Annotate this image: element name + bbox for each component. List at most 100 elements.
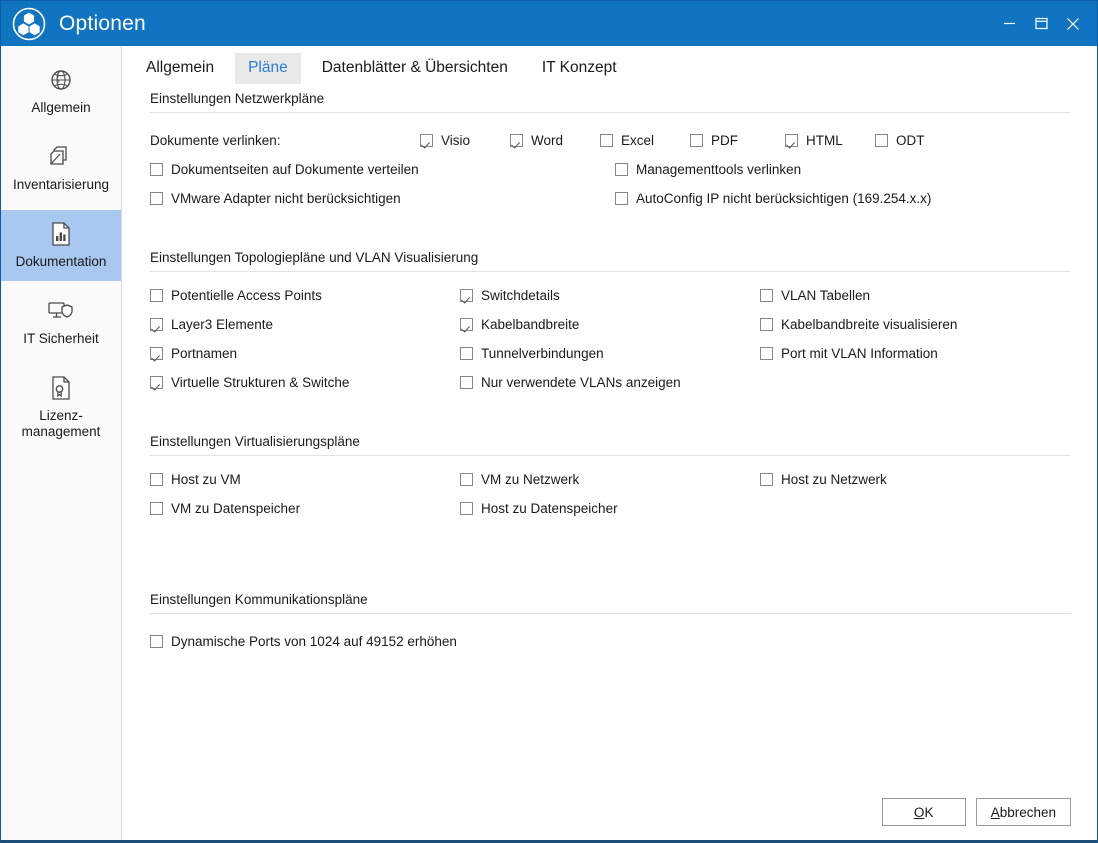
checkbox-label: VLAN Tabellen bbox=[781, 288, 871, 303]
checkbox-word[interactable]: Word bbox=[510, 133, 600, 148]
checkbox-box bbox=[150, 635, 163, 648]
checkbox-box bbox=[150, 192, 163, 205]
checkbox-host-zu-datenspeicher[interactable]: Host zu Datenspeicher bbox=[460, 501, 760, 516]
tab-allgemein[interactable]: Allgemein bbox=[133, 53, 227, 84]
checkbox-label: ODT bbox=[896, 133, 925, 148]
checkbox-label: HTML bbox=[806, 133, 843, 148]
checkbox-box bbox=[460, 289, 473, 302]
kommunikation-row-1: Dynamische Ports von 1024 auf 49152 erhö… bbox=[150, 634, 1071, 649]
checkbox-dokumentseiten-verteilen[interactable]: Dokumentseiten auf Dokumente verteilen bbox=[150, 162, 615, 177]
sidebar-item-allgemein[interactable]: Allgemein bbox=[1, 56, 121, 127]
checkbox-label: Host zu Datenspeicher bbox=[481, 501, 618, 516]
sidebar-item-lizenzmanagement[interactable]: Lizenz- management bbox=[1, 364, 121, 452]
minimize-button[interactable] bbox=[993, 1, 1025, 46]
checkbox-box bbox=[600, 134, 613, 147]
checkbox-label: Managementtools verlinken bbox=[636, 162, 802, 177]
checkbox-html[interactable]: HTML bbox=[785, 133, 875, 148]
checkbox-vm-zu-datenspeicher[interactable]: VM zu Datenspeicher bbox=[150, 501, 460, 516]
checkbox-label: VM zu Datenspeicher bbox=[171, 501, 301, 516]
checkbox-label: Portnamen bbox=[171, 346, 238, 361]
checkbox-box bbox=[150, 376, 163, 389]
checkbox-label: Dynamische Ports von 1024 auf 49152 erhö… bbox=[171, 634, 457, 649]
topologie-empty-cell bbox=[760, 375, 1071, 390]
checkbox-virtuelle-strukturen-switche[interactable]: Virtuelle Strukturen & Switche bbox=[150, 375, 460, 390]
sidebar-item-label: Lizenz- bbox=[39, 407, 83, 423]
sidebar-item-label: Allgemein bbox=[31, 100, 91, 115]
checkbox-visio[interactable]: Visio bbox=[420, 133, 510, 148]
checkbox-odt[interactable]: ODT bbox=[875, 133, 965, 148]
sidebar: Allgemein Inventarisierung Dokumentation… bbox=[1, 46, 122, 840]
sidebar-item-it-sicherheit[interactable]: IT Sicherheit bbox=[1, 287, 121, 358]
checkbox-label: Nur verwendete VLANs anzeigen bbox=[481, 375, 681, 390]
checkbox-portnamen[interactable]: Portnamen bbox=[150, 346, 460, 361]
checkbox-dynamische-ports-erhoehen[interactable]: Dynamische Ports von 1024 auf 49152 erhö… bbox=[150, 634, 457, 649]
tab-plaene[interactable]: Pläne bbox=[235, 52, 301, 85]
checkbox-box bbox=[420, 134, 433, 147]
restore-window-button[interactable] bbox=[1025, 1, 1057, 46]
plaene-panel: Einstellungen Netzwerkpläne Dokumente ve… bbox=[122, 91, 1097, 840]
checkbox-pdf[interactable]: PDF bbox=[690, 133, 785, 148]
tab-datenblaetter-uebersichten[interactable]: Datenblätter & Übersichten bbox=[309, 53, 521, 84]
checkbox-label: Host zu Netzwerk bbox=[781, 472, 887, 487]
checkbox-managementtools-verlinken[interactable]: Managementtools verlinken bbox=[615, 162, 801, 177]
checkbox-box bbox=[760, 473, 773, 486]
three-hexagons-circle-logo-icon bbox=[11, 6, 47, 42]
checkbox-box bbox=[785, 134, 798, 147]
checkbox-label: Excel bbox=[621, 133, 655, 148]
options-window: Optionen Allgemein Inventarisierung Doku… bbox=[0, 0, 1098, 843]
checkbox-host-zu-netzwerk[interactable]: Host zu Netzwerk bbox=[760, 472, 1071, 487]
checkbox-label: VM zu Netzwerk bbox=[481, 472, 580, 487]
checkbox-layer3-elemente[interactable]: Layer3 Elemente bbox=[150, 317, 460, 332]
section-title-netzwerkplaene: Einstellungen Netzwerkpläne bbox=[150, 91, 325, 106]
netzwerkplaene-row-2: Dokumentseiten auf Dokumente verteilen M… bbox=[150, 162, 1071, 177]
cancel-button[interactable]: Abbrechen bbox=[975, 798, 1071, 826]
checkbox-box bbox=[460, 502, 473, 515]
topologie-row-3: Portnamen Tunnelverbindungen Port mit VL… bbox=[150, 346, 1071, 361]
checkbox-nur-verwendete-vlans-anzeigen[interactable]: Nur verwendete VLANs anzeigen bbox=[460, 375, 760, 390]
checkbox-port-mit-vlan-information[interactable]: Port mit VLAN Information bbox=[760, 346, 1071, 361]
sidebar-item-inventarisierung[interactable]: Inventarisierung bbox=[1, 133, 121, 204]
checkbox-label: Kabelbandbreite bbox=[481, 317, 580, 332]
checkbox-vlan-tabellen[interactable]: VLAN Tabellen bbox=[760, 288, 1071, 303]
window-controls bbox=[993, 1, 1097, 46]
checkbox-switchdetails[interactable]: Switchdetails bbox=[460, 288, 760, 303]
close-button[interactable] bbox=[1057, 1, 1089, 46]
dokumente-verlinken-row: Dokumente verlinken: Visio Word Excel PD… bbox=[150, 133, 1071, 148]
ok-accelerator: O bbox=[913, 804, 925, 820]
checkbox-vm-zu-netzwerk[interactable]: VM zu Netzwerk bbox=[460, 472, 760, 487]
stacked-pages-icon bbox=[48, 142, 74, 172]
checkbox-label: Potentielle Access Points bbox=[171, 288, 322, 303]
tab-it-konzept[interactable]: IT Konzept bbox=[529, 53, 630, 84]
checkbox-autoconfig-ip-ignorieren[interactable]: AutoConfig IP nicht berücksichtigen (169… bbox=[615, 191, 931, 206]
checkbox-label: Layer3 Elemente bbox=[171, 317, 274, 332]
checkbox-kabelbandbreite-visualisieren[interactable]: Kabelbandbreite visualisieren bbox=[760, 317, 1071, 332]
dialog-buttons: OK Abbrechen bbox=[881, 798, 1071, 826]
checkbox-excel[interactable]: Excel bbox=[600, 133, 690, 148]
sidebar-item-dokumentation[interactable]: Dokumentation bbox=[1, 209, 121, 281]
checkbox-vmware-adapter-ignorieren[interactable]: VMware Adapter nicht berücksichtigen bbox=[150, 191, 615, 206]
checkbox-box bbox=[510, 134, 523, 147]
checkbox-box bbox=[615, 163, 628, 176]
section-title-kommunikation: Einstellungen Kommunikationspläne bbox=[150, 592, 368, 607]
virtualisierung-row-2: VM zu Datenspeicher Host zu Datenspeiche… bbox=[150, 501, 1071, 516]
window-body: Allgemein Inventarisierung Dokumentation… bbox=[1, 46, 1097, 840]
checkbox-box bbox=[150, 289, 163, 302]
virtualisierung-row-1: Host zu VM VM zu Netzwerk Host zu Netzwe… bbox=[150, 472, 1071, 487]
checkbox-kabelbandbreite[interactable]: Kabelbandbreite bbox=[460, 317, 760, 332]
checkbox-tunnelverbindungen[interactable]: Tunnelverbindungen bbox=[460, 346, 760, 361]
checkbox-box bbox=[760, 347, 773, 360]
checkbox-label: PDF bbox=[711, 133, 738, 148]
checkbox-box bbox=[460, 376, 473, 389]
content-area: Allgemein Pläne Datenblätter & Übersicht… bbox=[122, 46, 1097, 840]
ok-label-rest: K bbox=[924, 804, 934, 820]
checkbox-host-zu-vm[interactable]: Host zu VM bbox=[150, 472, 460, 487]
globe-icon bbox=[49, 65, 73, 95]
sidebar-item-label: IT Sicherheit bbox=[23, 330, 99, 346]
sidebar-item-label-line2: management bbox=[21, 424, 101, 440]
checkbox-box bbox=[150, 347, 163, 360]
checkbox-potentielle-access-points[interactable]: Potentielle Access Points bbox=[150, 288, 460, 303]
checkbox-box bbox=[760, 318, 773, 331]
virtualisierung-empty-cell bbox=[760, 501, 1071, 516]
ok-button[interactable]: OK bbox=[881, 798, 966, 826]
checkbox-label: Dokumentseiten auf Dokumente verteilen bbox=[171, 162, 419, 177]
